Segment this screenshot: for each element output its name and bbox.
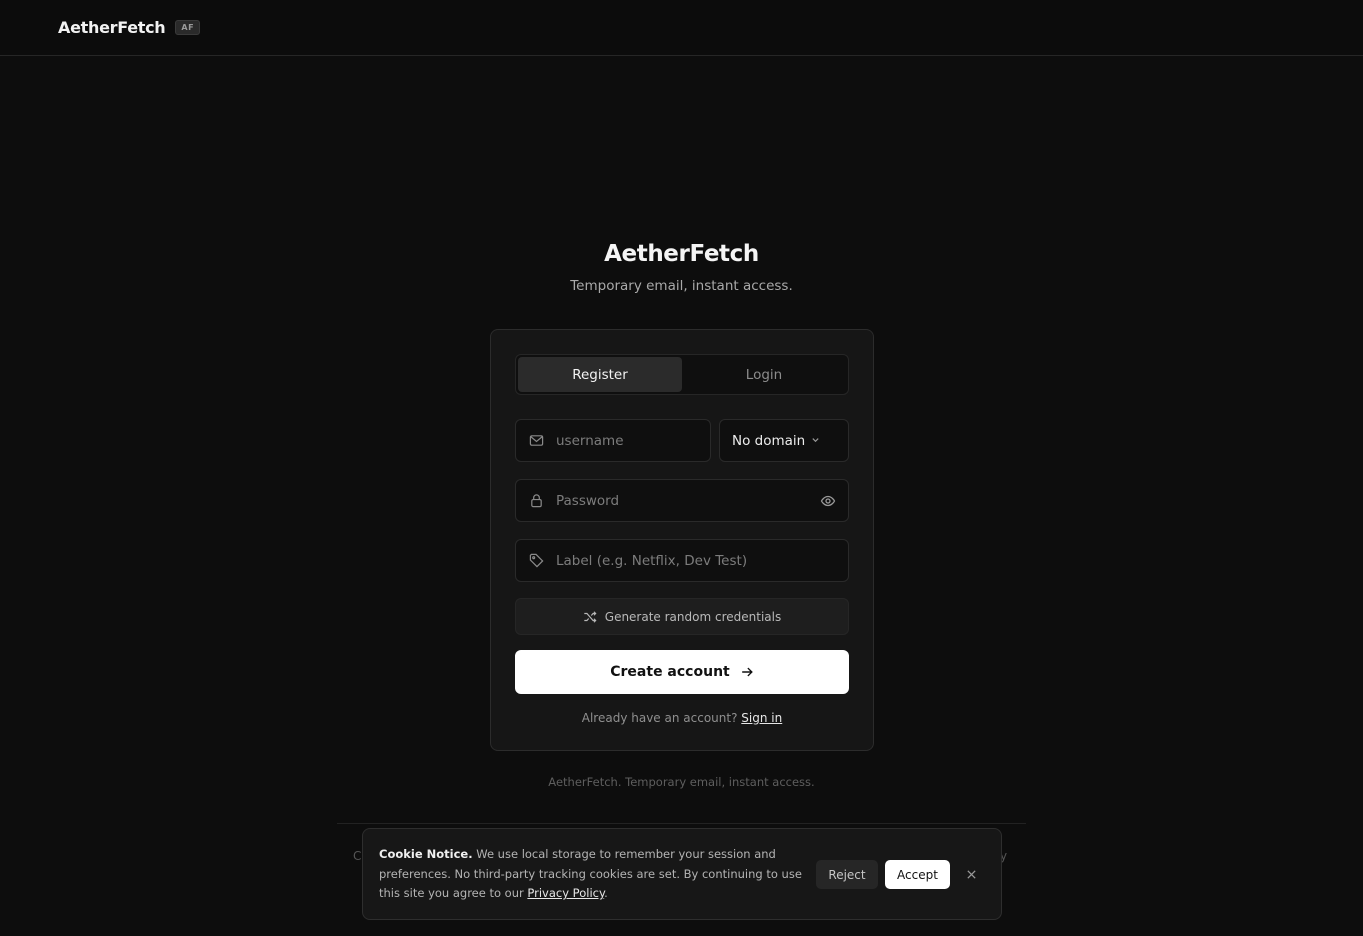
tab-register[interactable]: Register	[518, 357, 682, 392]
footer-text-left: C	[353, 849, 362, 863]
password-input[interactable]	[556, 492, 786, 509]
username-input[interactable]	[556, 432, 696, 449]
cookie-banner: Cookie Notice. We use local storage to r…	[362, 828, 1002, 920]
brand-badge: AF	[175, 20, 201, 35]
page-title: AetherFetch	[604, 241, 759, 267]
footer-divider	[337, 823, 1026, 824]
create-account-button[interactable]: Create account	[515, 650, 849, 694]
chevron-down-icon	[811, 432, 820, 448]
cookie-period: .	[604, 886, 608, 900]
mail-icon	[528, 433, 544, 449]
accept-button[interactable]: Accept	[885, 860, 950, 889]
page-subtitle: Temporary email, instant access.	[570, 278, 793, 294]
signin-prompt-text: Already have an account?	[581, 711, 738, 725]
generate-credentials-label: Generate random credentials	[604, 609, 782, 624]
password-field[interactable]	[515, 479, 849, 522]
privacy-policy-link[interactable]: Privacy Policy	[527, 886, 604, 900]
tag-icon	[528, 553, 544, 569]
reject-button[interactable]: Reject	[816, 860, 878, 889]
auth-tabs: Register Login	[515, 354, 849, 395]
signin-link[interactable]: Sign in	[741, 711, 782, 725]
label-input[interactable]	[556, 552, 786, 569]
shuffle-icon	[583, 610, 597, 624]
tab-login[interactable]: Login	[682, 357, 846, 392]
lock-icon	[528, 493, 544, 509]
footer-tagline: AetherFetch. Temporary email, instant ac…	[548, 775, 815, 789]
eye-icon[interactable]	[820, 493, 836, 513]
create-account-label: Create account	[610, 664, 730, 680]
top-bar: AetherFetch AF	[0, 0, 1363, 56]
generate-credentials-button[interactable]: Generate random credentials	[515, 598, 849, 635]
username-field[interactable]	[515, 419, 711, 462]
domain-select[interactable]: No domain	[719, 419, 849, 462]
signin-prompt: Already have an account? Sign in	[491, 711, 873, 725]
cookie-title: Cookie Notice.	[379, 847, 473, 861]
arrow-right-icon	[740, 665, 754, 679]
auth-card: Register Login No domain Generate ra	[490, 329, 874, 751]
brand-name[interactable]: AetherFetch	[58, 18, 166, 37]
cookie-message: Cookie Notice. We use local storage to r…	[379, 845, 811, 904]
close-icon[interactable]	[963, 866, 979, 882]
domain-select-value: No domain	[732, 432, 806, 449]
label-field[interactable]	[515, 539, 849, 582]
